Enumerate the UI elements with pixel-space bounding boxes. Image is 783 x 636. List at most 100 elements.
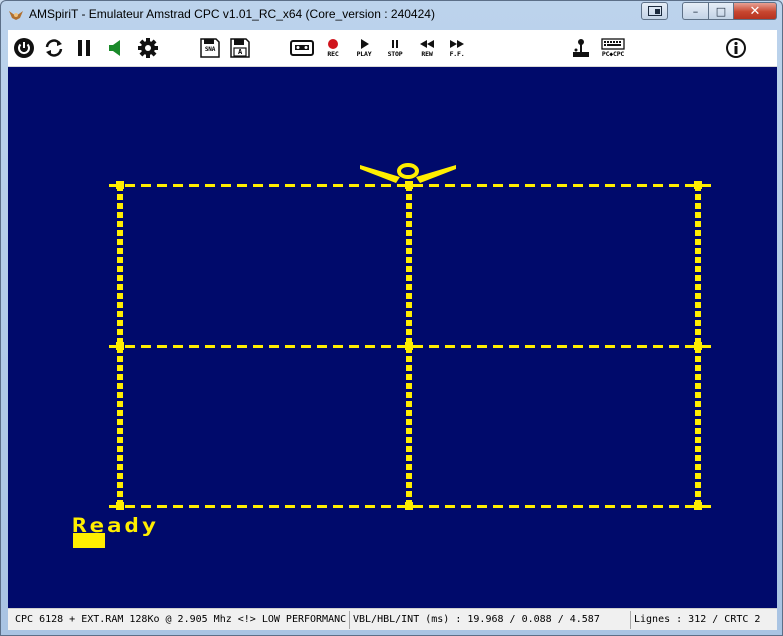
record-button[interactable]: REC (321, 30, 345, 66)
grid-dash (669, 345, 679, 348)
grid-dash (117, 230, 123, 236)
grid-dash (117, 320, 123, 326)
title-bar[interactable]: AMSpiriT - Emulateur Amstrad CPC v1.01_R… (1, 1, 782, 29)
grid-dash (573, 505, 583, 508)
grid-dash (701, 345, 711, 348)
grid-dash (141, 184, 151, 187)
close-button[interactable]: ✕ (734, 2, 777, 20)
pause-icon (78, 40, 90, 56)
grid-dash (117, 212, 123, 218)
grid-dash (189, 184, 199, 187)
grid-dash (605, 184, 615, 187)
grid-dash (695, 491, 701, 497)
grid-dash (605, 345, 615, 348)
grid-dash (406, 392, 412, 398)
minimize-button[interactable]: – (682, 2, 708, 20)
text-cursor (73, 533, 105, 548)
joystick-button[interactable] (568, 30, 594, 66)
grid-dash (117, 374, 123, 380)
reset-button[interactable] (41, 30, 67, 66)
snapshot-button[interactable]: SNA (197, 30, 223, 66)
grid-dash (301, 345, 311, 348)
stop-button[interactable]: STOP (382, 30, 408, 66)
grid-dash (117, 464, 123, 470)
window-layout-icon (647, 6, 662, 16)
grid-dash (117, 239, 123, 245)
grid-dash (117, 284, 123, 290)
grid-dash (695, 410, 701, 416)
fast-forward-button[interactable]: F.F. (444, 30, 470, 66)
grid-dash (413, 505, 423, 508)
fast-forward-label: F.F. (449, 50, 465, 58)
info-icon (726, 38, 746, 58)
status-bar: CPC 6128 + EXT.RAM 128Ko @ 2.905 Mhz <!>… (8, 608, 777, 630)
play-button[interactable]: PLAY (351, 30, 377, 66)
grid-dash (269, 345, 279, 348)
grid-dash (349, 184, 359, 187)
keyboard-mapping-button[interactable]: PC◆CPC (598, 30, 628, 66)
grid-dash (117, 311, 123, 317)
grid-dash (573, 184, 583, 187)
rewind-label: REW (421, 50, 433, 58)
grid-dash (695, 230, 701, 236)
grid-dash (695, 311, 701, 317)
cpc-display: Ready (72, 163, 711, 548)
grid-dash (125, 345, 135, 348)
grid-dash (365, 184, 375, 187)
grid-dash (253, 505, 263, 508)
grid-dash (695, 302, 701, 308)
grid-dash (406, 374, 412, 380)
grid-dash (477, 345, 487, 348)
grid-dash (509, 505, 519, 508)
grid-dash (406, 410, 412, 416)
joystick-icon (573, 39, 589, 57)
disk-a-button[interactable]: A (227, 30, 253, 66)
grid-dash (285, 345, 295, 348)
info-button[interactable] (723, 30, 749, 66)
grid-dash (406, 491, 412, 497)
compact-view-button[interactable] (641, 2, 668, 20)
grid-dash (429, 345, 439, 348)
sound-button[interactable] (103, 30, 129, 66)
grid-dash (653, 184, 663, 187)
grid-dash (117, 410, 123, 416)
grid-dash (695, 266, 701, 272)
grid-dash (406, 266, 412, 272)
grid-dash (695, 293, 701, 299)
grid-dash (157, 345, 167, 348)
grid-dash (117, 446, 123, 452)
grid-dash (695, 401, 701, 407)
grid-dash (695, 329, 701, 335)
grid-dash (117, 356, 123, 362)
cpc-screen[interactable]: Ready (8, 67, 777, 608)
grid-dash (406, 203, 412, 209)
pause-button[interactable] (71, 30, 97, 66)
grid-dash (461, 505, 471, 508)
grid-dash (189, 505, 199, 508)
grid-dash (117, 455, 123, 461)
maximize-button[interactable]: □ (708, 2, 734, 20)
grid-dash (695, 257, 701, 263)
cassette-button[interactable] (288, 30, 316, 66)
grid-dash (695, 374, 701, 380)
grid-dash (413, 345, 423, 348)
grid-dash (117, 401, 123, 407)
settings-button[interactable] (135, 30, 161, 66)
grid-dash (125, 505, 135, 508)
grid-dash (205, 505, 215, 508)
window-controls: – □ ✕ (641, 2, 777, 20)
power-button[interactable] (11, 30, 37, 66)
grid-dash (461, 345, 471, 348)
grid-dash (541, 345, 551, 348)
grid-dash (695, 473, 701, 479)
grid-dash (695, 194, 701, 200)
grid-dash (117, 266, 123, 272)
grid-dash (406, 401, 412, 407)
grid-dash (557, 505, 567, 508)
grid-dash (333, 184, 343, 187)
grid-dash (695, 356, 701, 362)
grid-dash (406, 320, 412, 326)
grid-dash (406, 212, 412, 218)
grid-dash (117, 329, 123, 335)
rewind-button[interactable]: REW (414, 30, 440, 66)
